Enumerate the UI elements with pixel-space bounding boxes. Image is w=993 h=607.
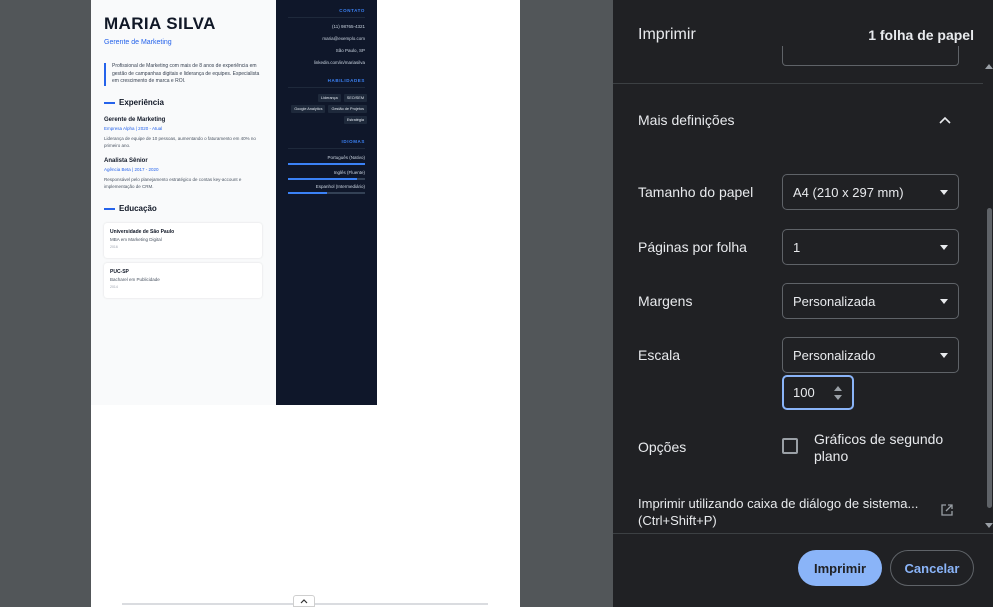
resume-document: MARIA SILVA Gerente de Marketing Profiss…	[91, 0, 377, 405]
dropdown-arrow-icon	[940, 190, 948, 195]
education-year: 2014	[110, 285, 118, 289]
pages-per-sheet-value: 1	[793, 239, 801, 255]
more-settings-toggle[interactable]: Mais definições	[638, 112, 735, 128]
contact-email: maria@exemplo.com	[322, 36, 365, 41]
scale-number-value: 100	[793, 385, 815, 400]
job-meta: Agência Beta | 2017 - 2020	[104, 167, 159, 172]
cancel-button[interactable]: Cancelar	[890, 550, 974, 586]
dropdown-arrow-icon	[940, 353, 948, 358]
education-card: Universidade de São Paulo MBA em Marketi…	[104, 223, 262, 258]
sheet-count: 1 folha de papel	[868, 27, 974, 43]
settings-scrollbar[interactable]	[985, 58, 993, 532]
paper-size-label: Tamanho do papel	[638, 184, 754, 200]
paper-size-select[interactable]: A4 (210 x 297 mm)	[782, 174, 959, 210]
education-heading: Educação	[104, 204, 157, 213]
scale-label: Escala	[638, 347, 681, 363]
panel-footer: Imprimir Cancelar	[613, 533, 993, 607]
language-bar-fill	[288, 178, 358, 180]
pages-per-sheet-select[interactable]: 1	[782, 229, 959, 265]
dropdown-arrow-icon	[940, 245, 948, 250]
language-bar-fill	[288, 163, 365, 165]
margins-value: Personalizada	[793, 293, 876, 309]
education-school: PUC-SP	[110, 269, 129, 275]
education-degree: MBA em Marketing Digital	[110, 237, 162, 242]
job-meta: Empresa Alpha | 2020 - Atual	[104, 126, 163, 131]
resume-role: Gerente de Marketing	[104, 39, 172, 46]
panel-title: Imprimir	[638, 26, 696, 43]
language-name: Português (Nativo)	[327, 155, 365, 160]
contact-linkedin: linkedin.com/in/mariasilva	[313, 60, 365, 65]
skill-tag: Liderança	[318, 94, 341, 102]
margins-select[interactable]: Personalizada	[782, 283, 959, 319]
skill-tag: Gestão de Projetos	[328, 105, 367, 113]
experience-heading: Experiência	[104, 98, 164, 107]
education-degree: Bacharel em Publicidade	[110, 277, 160, 282]
contact-phone: (11) 98765-4321	[332, 24, 365, 29]
background-graphics-label[interactable]: Gráficos de segundo plano	[814, 431, 954, 465]
print-preview-area: MARIA SILVA Gerente de Marketing Profiss…	[0, 0, 613, 607]
preview-page: MARIA SILVA Gerente de Marketing Profiss…	[91, 0, 520, 607]
background-graphics-checkbox[interactable]	[782, 438, 798, 454]
scale-select[interactable]: Personalizado	[782, 337, 959, 373]
scale-value: Personalizado	[793, 347, 876, 363]
skills-heading: HABILIDADES	[327, 78, 365, 83]
dropdown-arrow-icon	[940, 299, 948, 304]
skill-tag: Estratégia	[343, 116, 367, 124]
options-label: Opções	[638, 439, 687, 455]
language-bar	[288, 192, 365, 194]
job-title: Gerente de Marketing	[104, 117, 166, 123]
resume-summary: Profissional de Marketing com mais de 8 …	[104, 63, 264, 86]
paper-size-value: A4 (210 x 297 mm)	[793, 184, 904, 200]
skill-tag: SEO/SEM	[343, 94, 367, 102]
skill-tag: Google Analytics	[291, 105, 326, 113]
chevron-up-icon[interactable]	[293, 595, 315, 607]
language-name: Espanhol (Intermediário)	[315, 184, 365, 189]
pages-per-sheet-label: Páginas por folha	[638, 239, 747, 255]
previous-select-field[interactable]	[782, 46, 959, 66]
language-bar	[288, 178, 365, 180]
language-bar	[288, 163, 365, 165]
skills-list: Liderança SEO/SEM Google Analytics Gestã…	[287, 94, 367, 124]
resume-main-column: MARIA SILVA Gerente de Marketing Profiss…	[91, 0, 276, 405]
job-description: Responsável pelo planejamento estratégic…	[104, 177, 242, 189]
scale-number-input[interactable]: 100	[782, 375, 854, 410]
margins-label: Margens	[638, 293, 693, 309]
education-year: 2016	[110, 245, 118, 249]
language-bar-fill	[288, 192, 327, 194]
contact-heading: CONTATO	[339, 8, 365, 13]
resume-name: MARIA SILVA	[104, 14, 216, 33]
job-description: Liderança de equipe de 10 pessoas, aumen…	[104, 136, 256, 148]
print-button[interactable]: Imprimir	[798, 550, 882, 586]
resume-sidebar: CONTATO (11) 98765-4321 maria@exemplo.co…	[276, 0, 377, 405]
system-dialog-link[interactable]: Imprimir utilizando caixa de diálogo de …	[638, 495, 938, 529]
contact-location: São Paulo, SP	[335, 48, 365, 53]
divider	[288, 17, 365, 18]
divider	[288, 87, 365, 88]
divider	[288, 148, 365, 149]
education-school: Universidade de São Paulo	[110, 229, 175, 235]
education-card: PUC-SP Bacharel em Publicidade 2014	[104, 263, 262, 298]
spinner-arrows-icon[interactable]	[833, 385, 843, 401]
chevron-up-icon[interactable]	[937, 112, 953, 128]
divider	[613, 83, 983, 84]
scroll-up-arrow-icon[interactable]	[985, 64, 993, 69]
job-title: Analista Sênior	[104, 158, 148, 164]
open-in-new-icon[interactable]	[940, 503, 954, 517]
scrollbar-thumb[interactable]	[987, 208, 992, 508]
language-name: Inglês (Fluente)	[333, 170, 365, 175]
scroll-down-arrow-icon[interactable]	[985, 523, 993, 528]
print-settings-panel: Imprimir 1 folha de papel Mais definiçõe…	[613, 0, 993, 607]
languages-heading: IDIOMAS	[341, 139, 365, 144]
